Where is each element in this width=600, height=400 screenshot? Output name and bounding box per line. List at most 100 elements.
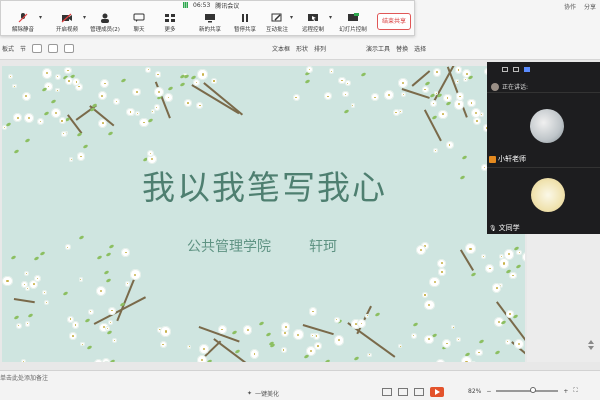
leaf-decoration bbox=[374, 311, 381, 317]
beautify-button[interactable]: ✦ 一键美化 bbox=[247, 389, 279, 398]
blossom-decoration bbox=[357, 319, 366, 328]
slide-department[interactable]: 公共管理学院 bbox=[187, 236, 271, 256]
blossom-decoration bbox=[392, 109, 400, 117]
underline-icon[interactable] bbox=[64, 44, 75, 53]
bold-icon[interactable] bbox=[32, 44, 43, 53]
slide-canvas[interactable]: 我以我笔写我心 公共管理学院 轩珂 bbox=[2, 66, 525, 362]
pause-share-button[interactable]: 暂停共享 bbox=[227, 13, 263, 35]
blossom-decoration bbox=[424, 334, 434, 344]
slide-control-button[interactable]: 幻灯片控制 bbox=[335, 13, 371, 35]
leaf-decoration bbox=[179, 81, 185, 87]
leaf-decoration bbox=[107, 131, 114, 137]
slide-title[interactable]: 我以我笔写我心 bbox=[2, 161, 525, 209]
blossom-decoration bbox=[159, 341, 167, 349]
status-bar: 单击此处添加备注 ✦ 一键美化 82% − + ⛶ bbox=[0, 370, 600, 400]
chevron-down-icon[interactable]: ▾ bbox=[290, 14, 293, 21]
blossom-decoration bbox=[25, 286, 31, 291]
blossom-branch bbox=[13, 298, 36, 304]
blossom-decoration bbox=[324, 92, 333, 101]
reading-view-icon[interactable] bbox=[414, 388, 424, 396]
chevron-down-icon[interactable]: ▾ bbox=[329, 14, 332, 21]
members-icon bbox=[101, 13, 109, 23]
leaf-decoration bbox=[353, 355, 360, 361]
blossom-decoration bbox=[198, 344, 209, 354]
blossom-decoration bbox=[134, 110, 141, 117]
zoom-in-icon[interactable]: + bbox=[563, 388, 568, 395]
blossom-decoration bbox=[514, 338, 525, 349]
play-slideshow-button[interactable] bbox=[430, 387, 444, 397]
normal-view-icon[interactable] bbox=[382, 388, 392, 396]
vertical-scrollbar[interactable] bbox=[588, 250, 594, 360]
blossom-decoration bbox=[451, 325, 456, 330]
participant-name: 文同学 bbox=[498, 224, 520, 232]
chevron-down-icon[interactable]: ▾ bbox=[39, 14, 42, 21]
blossom-decoration bbox=[154, 87, 165, 98]
blossom-decoration bbox=[80, 341, 85, 347]
textbox-menu[interactable]: 文本框 bbox=[272, 44, 290, 53]
view-mode-2-icon[interactable] bbox=[513, 66, 519, 72]
participant-name-tag: 小轩老师 bbox=[489, 154, 526, 164]
blossom-decoration bbox=[333, 335, 345, 346]
collaborate-button[interactable]: 协作 bbox=[564, 2, 576, 11]
blossom-decoration bbox=[132, 87, 142, 97]
section-menu[interactable]: 节 bbox=[20, 44, 26, 53]
shape-menu[interactable]: 形状 bbox=[296, 44, 308, 53]
remote-control-button[interactable]: 远程控制 bbox=[295, 13, 331, 35]
share-button[interactable]: 分享 bbox=[584, 2, 596, 11]
microphone-icon: 🎙 bbox=[489, 224, 497, 232]
sorter-view-icon[interactable] bbox=[398, 388, 408, 396]
blossom-decoration bbox=[455, 79, 460, 84]
zoom-percent[interactable]: 82% bbox=[468, 388, 481, 395]
new-share-button[interactable]: 新的共享 bbox=[192, 13, 228, 35]
blossom-decoration bbox=[421, 291, 429, 299]
select-menu[interactable]: 选择 bbox=[414, 44, 426, 53]
blossom-decoration bbox=[76, 152, 86, 161]
slide-author[interactable]: 轩珂 bbox=[309, 236, 337, 256]
video-panel: 正在讲话: 小轩老师 🎙 文同学 bbox=[487, 62, 600, 234]
italic-icon[interactable] bbox=[48, 44, 59, 53]
leaf-decoration bbox=[108, 243, 115, 249]
blossom-decoration bbox=[107, 306, 116, 315]
layout-menu[interactable]: 板式 bbox=[2, 44, 14, 53]
blossom-decoration bbox=[58, 117, 66, 125]
notes-placeholder[interactable]: 单击此处添加备注 bbox=[0, 373, 48, 382]
zoom-out-icon[interactable]: − bbox=[486, 388, 491, 395]
blossom-decoration bbox=[342, 91, 349, 98]
blossom-decoration bbox=[126, 107, 135, 117]
presentation-tools-menu[interactable]: 演示工具 bbox=[366, 44, 390, 53]
blossom-decoration bbox=[197, 69, 208, 80]
screen-share-icon bbox=[205, 14, 215, 23]
manage-members-button[interactable]: 管理成员(2) bbox=[85, 13, 125, 35]
blossom-decoration bbox=[410, 332, 417, 339]
zoom-slider[interactable] bbox=[496, 387, 559, 393]
more-button[interactable]: 更多 bbox=[152, 13, 188, 35]
speaking-indicator: 正在讲话: bbox=[491, 82, 528, 91]
blossom-decoration bbox=[64, 66, 72, 75]
replace-menu[interactable]: 替换 bbox=[396, 44, 408, 53]
blossom-decoration bbox=[429, 276, 440, 288]
avatar bbox=[531, 178, 565, 212]
new-share-label: 新的共享 bbox=[198, 27, 221, 33]
unmute-label: 解除静音 bbox=[11, 27, 34, 33]
unmute-button[interactable]: 解除静音 bbox=[5, 13, 41, 35]
zoom-slider-thumb[interactable] bbox=[530, 387, 537, 393]
blossom-decoration bbox=[438, 109, 448, 120]
view-mode-1-icon[interactable] bbox=[502, 66, 508, 72]
blossom-decoration bbox=[309, 332, 316, 339]
view-mode-3-icon[interactable] bbox=[524, 66, 530, 72]
leaf-decoration bbox=[39, 250, 46, 256]
end-share-button[interactable]: 结束共享 bbox=[377, 13, 411, 30]
blossom-decoration bbox=[20, 358, 27, 362]
avatar bbox=[530, 109, 564, 143]
leaf-decoration bbox=[467, 74, 474, 80]
view-switcher bbox=[382, 387, 444, 397]
fit-window-icon[interactable]: ⛶ bbox=[573, 387, 577, 395]
speaker-avatar bbox=[491, 82, 499, 91]
leaf-decoration bbox=[109, 358, 116, 362]
start-video-button[interactable]: 开启视频 bbox=[49, 13, 85, 35]
blossom-decoration bbox=[217, 325, 227, 334]
leaf-decoration bbox=[424, 80, 431, 86]
arrange-menu[interactable]: 排列 bbox=[314, 44, 326, 53]
blossom-decoration bbox=[249, 349, 260, 359]
blossom-decoration bbox=[95, 285, 107, 297]
